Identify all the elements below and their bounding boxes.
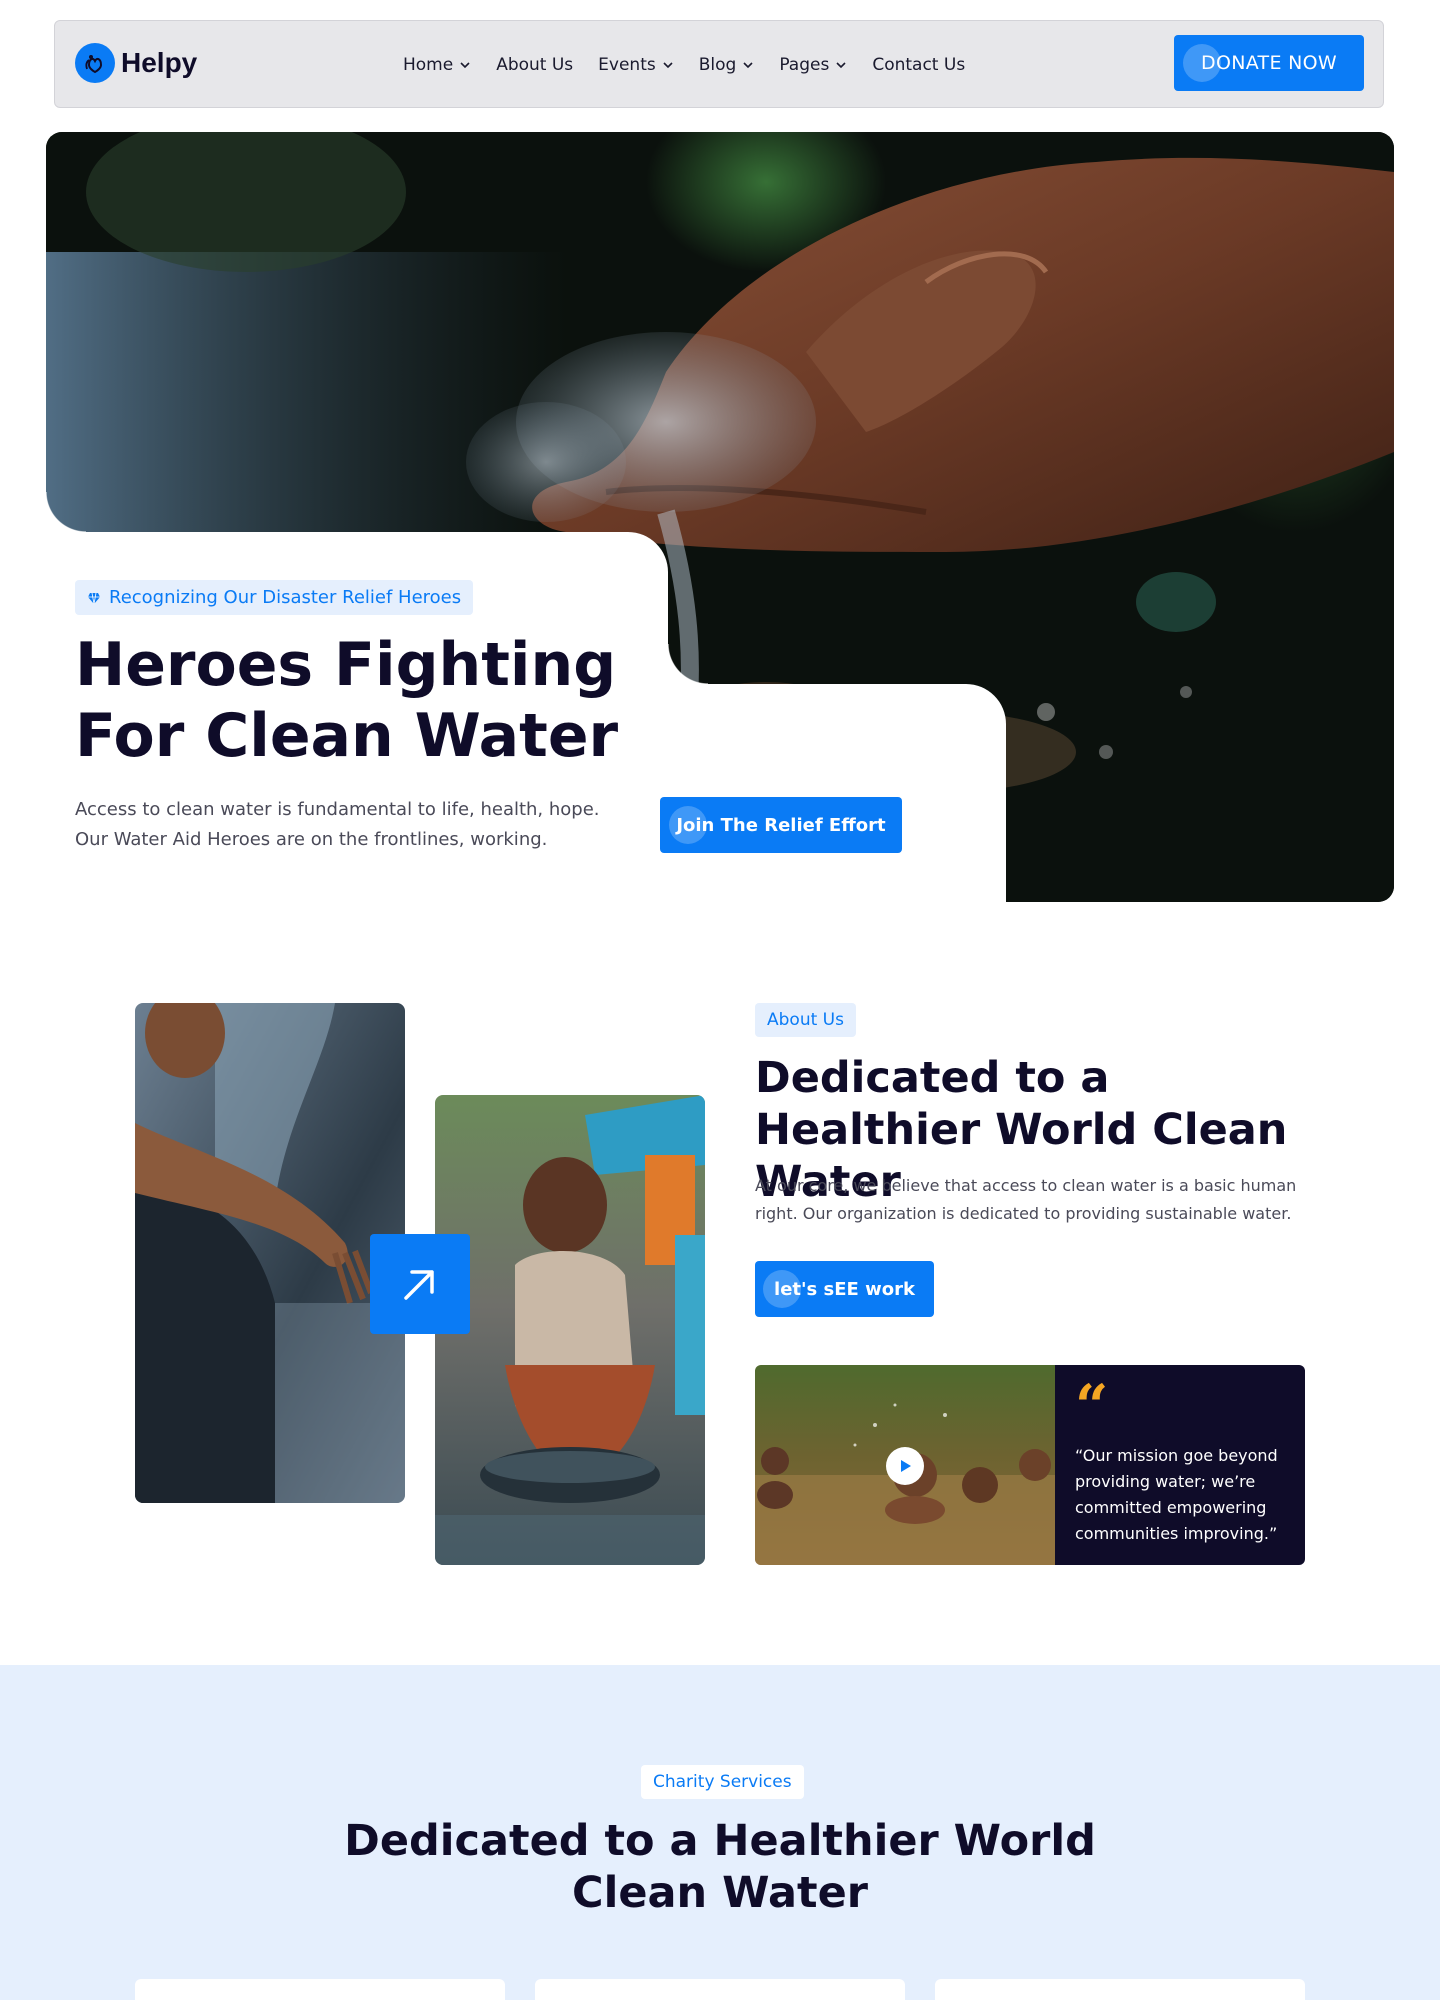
menu-item-label: Pages [779,55,830,75]
about-description: At our core, we believe that access to c… [755,1176,1297,1223]
chevron-down-icon [743,62,753,69]
service-card[interactable] [535,1979,905,2000]
hero-tagline-chip: Recognizing Our Disaster Relief Heroes [75,580,474,615]
menu-item-label: Events [598,55,656,75]
video-thumbnail[interactable] [755,1365,1055,1565]
mission-video-card: “ “Our mission goe beyond providing wate… [755,1365,1305,1565]
about-image-boy-water [135,1003,405,1503]
menu-item-label: About Us [496,55,574,75]
hero-corner [668,644,708,684]
chevron-down-icon [836,62,846,69]
menu-item-events[interactable]: Events [598,55,674,75]
chevron-down-icon [460,62,470,69]
services-title: Dedicated to a Healthier World Clean Wat… [344,1816,1096,1918]
menu-item-about[interactable]: About Us [496,55,573,75]
menu-item-home[interactable]: Home [403,55,471,75]
hero-corner [46,492,86,532]
hero-tagline-text: Recognizing Our Disaster Relief Heroes [109,587,462,608]
menu-item-pages[interactable]: Pages [779,55,847,75]
top-navbar: Helpy Home About Us Events Blog Pages Co… [54,20,1384,108]
hero-description: Access to clean water is fundamental to … [75,799,600,850]
chevron-down-icon [663,62,673,69]
hero-title: Heroes Fighting For Clean Water [75,630,619,771]
services-section-chip: Charity Services [641,1765,804,1799]
see-work-button[interactable]: let's sEE work [755,1261,934,1317]
charity-services-section: Charity Services Dedicated to a Healthie… [0,1665,1440,2000]
menu-item-label: Blog [698,55,737,75]
mission-quote-panel: “ “Our mission goe beyond providing wate… [1055,1365,1305,1565]
heart-diamond-icon [88,592,100,604]
main-menu: Home About Us Events Blog Pages Contact … [403,21,965,109]
arrow-up-right-icon [404,1270,434,1300]
join-relief-label: Join The Relief Effort [676,814,886,836]
mission-quote-text: “Our mission goe beyond providing water;… [1075,1446,1278,1543]
menu-item-contact[interactable]: Contact Us [872,55,965,75]
brand-logo[interactable]: Helpy [75,43,197,83]
about-section-chip: About Us [755,1003,856,1037]
play-icon [901,1460,911,1472]
menu-item-label: Home [403,55,454,75]
quote-icon: “ [1075,1372,1109,1440]
menu-item-blog[interactable]: Blog [699,55,755,75]
arrow-link-button[interactable] [370,1234,470,1334]
service-card[interactable] [135,1979,505,2000]
donate-now-button[interactable]: DONATE NOW [1174,35,1364,91]
service-card[interactable] [935,1979,1305,2000]
join-relief-effort-button[interactable]: Join The Relief Effort [660,797,902,853]
donate-now-label: DONATE NOW [1201,52,1337,74]
menu-item-label: Contact Us [872,55,966,75]
brand-name: Helpy [121,47,198,78]
logo-mark-icon [75,43,115,83]
see-work-label: let's sEE work [774,1278,915,1300]
about-image-girl-basin [435,1095,705,1565]
play-video-button[interactable] [886,1447,924,1485]
